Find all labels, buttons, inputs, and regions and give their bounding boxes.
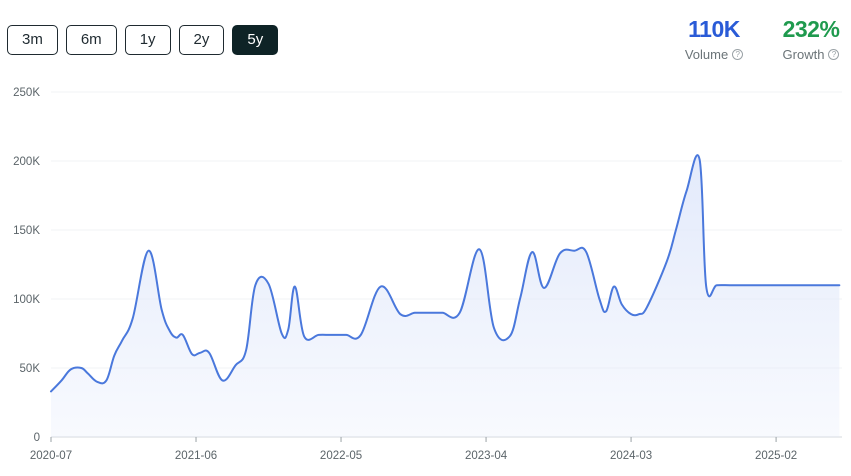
x-tick-label: 2024-03 <box>610 450 652 462</box>
x-tick-label: 2020-07 <box>30 450 72 462</box>
y-tick-label: 250K <box>13 87 40 99</box>
series-area-fill <box>51 155 840 437</box>
x-tick-label: 2022-05 <box>320 450 362 462</box>
y-tick-label: 150K <box>13 225 40 237</box>
y-tick-label: 0 <box>34 432 40 444</box>
trend-chart: 0 50K 100K 150K 200K 250K 2020-07 2021-06 2022-0… <box>13 87 842 462</box>
y-tick-label: 100K <box>13 294 40 306</box>
x-tick-label: 2021-06 <box>175 450 217 462</box>
y-tick-label: 200K <box>13 156 40 168</box>
x-tick-label: 2025-02 <box>755 450 797 462</box>
y-tick-label: 50K <box>20 363 41 375</box>
x-tick-label: 2023-04 <box>465 450 508 462</box>
